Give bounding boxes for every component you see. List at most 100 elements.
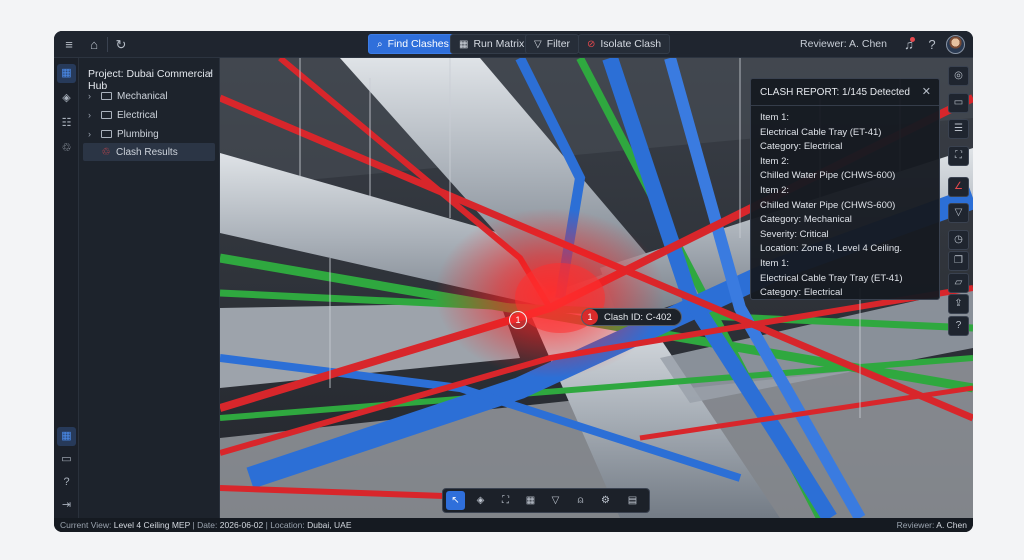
toolbar-divider bbox=[107, 37, 108, 52]
tree-item-label: Mechanical bbox=[117, 90, 168, 102]
search-icon: ⌕ bbox=[377, 38, 383, 50]
menu-icon[interactable]: ≡ bbox=[60, 36, 78, 54]
status-bar: Current View: Level 4 Ceiling MEP | Date… bbox=[54, 518, 973, 532]
fit-view-icon[interactable]: ⛶ bbox=[948, 146, 969, 166]
tree-item-label: Clash Results bbox=[116, 146, 178, 158]
find-clashes-button[interactable]: ⌕ Find Clashes bbox=[368, 34, 458, 54]
reviewer-label: Reviewer: bbox=[896, 520, 935, 530]
report-line: Item 1: bbox=[760, 257, 790, 269]
clash-id-label: Clash ID: C-402 bbox=[604, 311, 672, 323]
info-panel-icon[interactable]: ▤ bbox=[623, 491, 642, 510]
history-icon[interactable]: ◷ bbox=[948, 230, 969, 250]
divider bbox=[751, 105, 939, 106]
export-icon[interactable]: ⇪ bbox=[948, 294, 969, 314]
filter-icon[interactable]: ▽ bbox=[546, 491, 565, 510]
bell-icon[interactable]: ♫ bbox=[900, 36, 918, 54]
person-walk-icon[interactable]: ⍝ bbox=[571, 491, 590, 510]
date-label: Date: bbox=[197, 520, 218, 530]
report-line: Category: Electrical bbox=[760, 141, 843, 153]
tree-item-plumbing[interactable]: › Plumbing bbox=[83, 125, 215, 143]
clash-report-panel: CLASH REPORT: 1/145 Detected ✕ Item 1: E… bbox=[750, 78, 940, 300]
collapse-panel-icon[interactable]: ‹ bbox=[209, 67, 213, 79]
close-icon[interactable]: ✕ bbox=[922, 85, 931, 98]
clash-icon: ♲ bbox=[101, 146, 111, 158]
chevron-right-icon[interactable]: › bbox=[88, 110, 96, 120]
report-line: Electrical Cable Tray Tray (ET-41) bbox=[760, 272, 903, 284]
tree-item-label: Electrical bbox=[117, 109, 158, 121]
filter-icon[interactable]: ▽ bbox=[948, 203, 969, 223]
layers-icon[interactable]: ◈ bbox=[471, 491, 490, 510]
location-value: Dubai, UAE bbox=[307, 520, 352, 530]
help-icon[interactable]: ? bbox=[923, 36, 941, 54]
run-matrix-label: Run Matrix bbox=[473, 38, 525, 50]
isolate-icon: ⊘ bbox=[587, 38, 596, 50]
chevron-right-icon[interactable]: › bbox=[88, 91, 96, 101]
help-circle-icon[interactable]: ? bbox=[57, 473, 76, 492]
isolate-clash-button[interactable]: ⊘ Isolate Clash bbox=[578, 34, 671, 54]
copy-icon[interactable]: ❐ bbox=[948, 251, 969, 271]
project-tree-panel: Project: Dubai Commercial Hub ‹ › Mechan… bbox=[79, 58, 220, 518]
filter-label: Filter bbox=[546, 38, 571, 50]
report-line: Chilled Water Pipe (CHWS-600) bbox=[760, 199, 896, 211]
clash-marker[interactable]: 1 bbox=[509, 311, 527, 329]
clash-id-tag[interactable]: 1 Clash ID: C-402 bbox=[581, 308, 682, 326]
date-value: 2026-06-02 bbox=[219, 520, 264, 530]
folder-icon bbox=[101, 92, 112, 100]
section-box-icon[interactable]: ▦ bbox=[521, 491, 540, 510]
filter-button[interactable]: ▽ Filter bbox=[525, 34, 580, 54]
report-line: Electrical Cable Tray (ET-41) bbox=[760, 126, 882, 138]
folder-icon[interactable]: ▭ bbox=[57, 450, 76, 469]
select-cursor-icon[interactable]: ↖ bbox=[446, 491, 465, 510]
home-icon[interactable]: ⌂ bbox=[85, 36, 103, 54]
reviewer-name: Reviewer: A. Chen bbox=[800, 38, 887, 50]
tree-icon[interactable]: ☷ bbox=[57, 114, 76, 133]
folder-icon bbox=[101, 111, 112, 119]
dashboard-icon[interactable]: ▦ bbox=[57, 64, 76, 83]
status-reviewer: Reviewer: A. Chen bbox=[897, 518, 967, 532]
run-matrix-button[interactable]: ▦ Run Matrix bbox=[450, 34, 534, 54]
layers-icon[interactable]: ◈ bbox=[57, 89, 76, 108]
fit-view-icon[interactable]: ⛶ bbox=[496, 491, 515, 510]
measure-icon[interactable]: ∠ bbox=[948, 177, 969, 197]
report-line: Item 1: bbox=[760, 112, 790, 123]
orbit-icon[interactable]: ◎ bbox=[948, 66, 969, 86]
viewport-toolbar: ↖ ◈ ⛶ ▦ ▽ ⍝ ⚙ ▤ bbox=[442, 488, 650, 513]
report-line: Chilled Water Pipe (CHWS-600) bbox=[760, 170, 896, 182]
report-line: Item 2: bbox=[760, 184, 790, 196]
folder-icon bbox=[101, 130, 112, 138]
3d-viewport[interactable]: 1 1 Clash ID: C-402 CLASH REPORT: 1/145 … bbox=[220, 58, 973, 518]
clash-icon[interactable]: ♲ bbox=[57, 139, 76, 158]
clash-report-details: Item 1: Electrical Cable Tray (ET-41) Ca… bbox=[760, 112, 903, 302]
report-line: Item 2: bbox=[760, 155, 790, 167]
refresh-icon[interactable]: ↻ bbox=[112, 36, 130, 54]
notification-dot bbox=[910, 37, 915, 42]
clash-report-title: CLASH REPORT: 1/145 Detected bbox=[760, 87, 910, 98]
settings-icon[interactable]: ⚙ bbox=[596, 491, 615, 510]
clash-number-badge: 1 bbox=[582, 309, 598, 325]
properties-icon[interactable]: ☰ bbox=[948, 119, 969, 139]
top-toolbar: ≡ ⌂ ↻ ⌕ Find Clashes ▦ Run Matrix ▽ Filt… bbox=[54, 31, 973, 58]
isolate-clash-label: Isolate Clash bbox=[600, 38, 662, 50]
bim-clash-app: ≡ ⌂ ↻ ⌕ Find Clashes ▦ Run Matrix ▽ Filt… bbox=[54, 31, 973, 532]
tree-item-clash-results[interactable]: ♲ Clash Results bbox=[83, 143, 215, 161]
find-clashes-label: Find Clashes bbox=[387, 38, 449, 50]
report-line: Location: Zone B, Level 4 Ceiling. bbox=[760, 243, 903, 255]
current-view-label: Current View: bbox=[60, 520, 112, 530]
logout-icon[interactable]: ⇥ bbox=[57, 496, 76, 515]
help-icon[interactable]: ? bbox=[948, 316, 969, 336]
filter-icon: ▽ bbox=[534, 38, 542, 50]
open-folder-icon[interactable]: ▱ bbox=[948, 273, 969, 293]
current-view-value: Level 4 Ceiling MEP bbox=[113, 520, 191, 530]
apps-icon[interactable]: ▦ bbox=[57, 427, 76, 446]
chevron-right-icon[interactable]: › bbox=[88, 129, 96, 139]
grid-icon: ▦ bbox=[459, 38, 469, 50]
left-icon-rail: ▦ ◈ ☷ ♲ ▦ ▭ ? ⇥ bbox=[54, 58, 79, 518]
location-label: Location: bbox=[270, 520, 305, 530]
avatar[interactable] bbox=[946, 35, 965, 54]
tree-item-mechanical[interactable]: › Mechanical bbox=[83, 87, 215, 105]
tree-item-electrical[interactable]: › Electrical bbox=[83, 106, 215, 124]
folder-icon[interactable]: ▭ bbox=[948, 93, 969, 113]
report-line: Category: Mechanical bbox=[760, 214, 852, 226]
report-line: Severity: Critical bbox=[760, 228, 829, 240]
tree-item-label: Plumbing bbox=[117, 128, 159, 140]
